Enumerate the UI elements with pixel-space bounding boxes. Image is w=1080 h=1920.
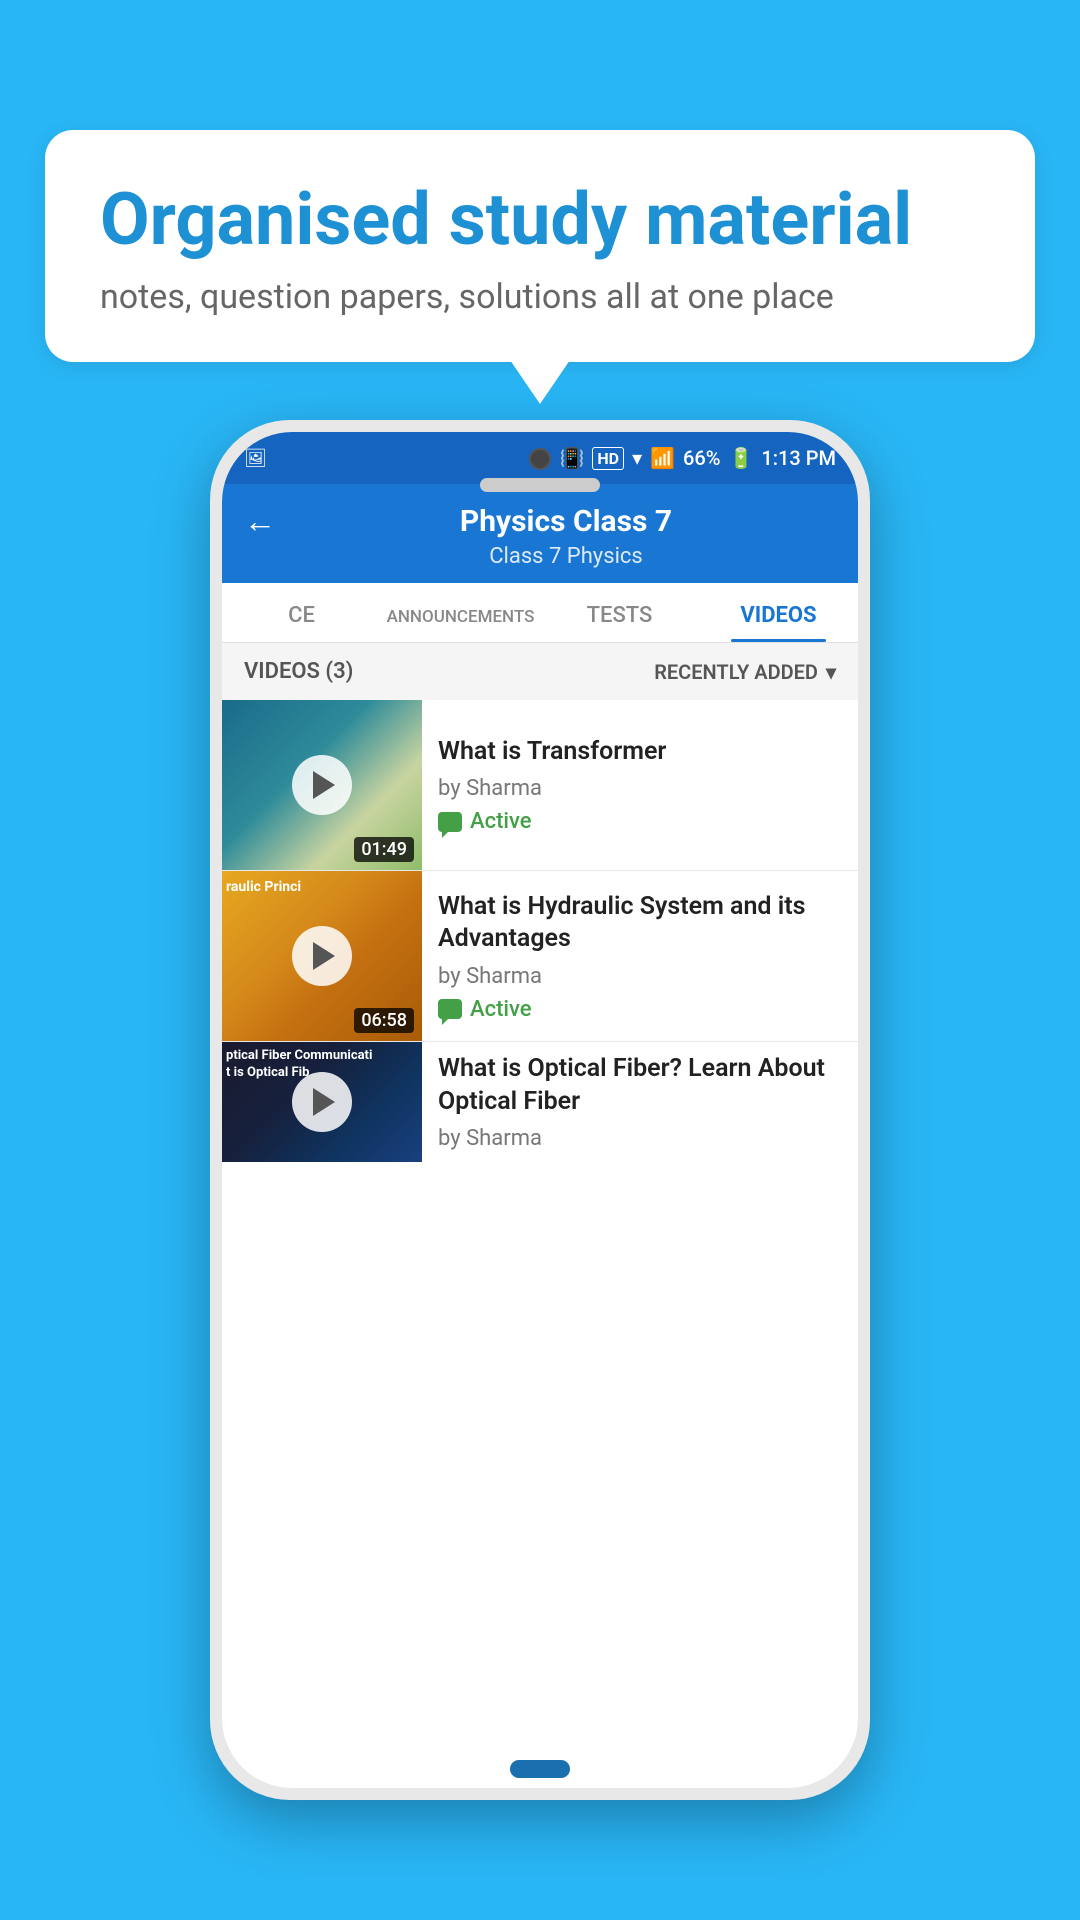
play-icon <box>313 771 335 799</box>
bubble-title: Organised study material <box>100 180 980 259</box>
app-bar-title: Physics Class 7 <box>296 504 836 539</box>
phone-camera <box>529 448 551 470</box>
video-item[interactable]: 01:49 What is Transformer by Sharma Acti… <box>222 700 858 871</box>
thumb-label-3: ptical Fiber Communicatit is Optical Fib <box>226 1048 372 1082</box>
app-bar-top: ← Physics Class 7 <box>244 502 836 540</box>
video-duration-2: 06:58 <box>354 1008 414 1033</box>
video-thumbnail-3: ptical Fiber Communicatit is Optical Fib <box>222 1042 422 1162</box>
phone-top <box>480 448 600 492</box>
video-title-1: What is Transformer <box>438 736 842 769</box>
video-thumbnail-1: 01:49 <box>222 700 422 870</box>
video-list: 01:49 What is Transformer by Sharma Acti… <box>222 700 858 1788</box>
video-item-partial[interactable]: ptical Fiber Communicatit is Optical Fib… <box>222 1042 858 1162</box>
video-status-1: Active <box>438 809 842 834</box>
battery-icon: 🔋 <box>728 446 753 470</box>
phone-speaker <box>480 478 600 492</box>
video-info-2: What is Hydraulic System and its Advanta… <box>422 871 858 1041</box>
chat-icon-2 <box>438 999 462 1019</box>
sort-filter-button[interactable]: RECENTLY ADDED ▾ <box>654 660 836 684</box>
phone-device: 🖼 ✱ 📳 HD ▾ 📶 66% 🔋 1:13 PM ← Physics C <box>210 420 870 1800</box>
play-icon <box>313 942 335 970</box>
chevron-down-icon: ▾ <box>826 660 836 684</box>
play-icon <box>313 1088 335 1116</box>
photo-icon: 🖼 <box>244 448 267 469</box>
video-info-3: What is Optical Fiber? Learn About Optic… <box>422 1042 858 1162</box>
video-info-1: What is Transformer by Sharma Active <box>422 700 858 870</box>
speech-bubble: Organised study material notes, question… <box>45 130 1035 362</box>
play-button-2[interactable] <box>292 926 352 986</box>
tab-ce[interactable]: CE <box>222 583 381 642</box>
video-status-2: Active <box>438 997 842 1022</box>
video-author-1: by Sharma <box>438 776 842 801</box>
chat-icon-1 <box>438 812 462 832</box>
videos-count: VIDEOS (3) <box>244 659 353 684</box>
video-duration-1: 01:49 <box>354 837 414 862</box>
video-title-2: What is Hydraulic System and its Advanta… <box>438 891 842 956</box>
phone-home-button[interactable] <box>510 1760 570 1778</box>
thumb-label-2: raulic Princi <box>226 879 301 896</box>
app-bar: ← Physics Class 7 Class 7 Physics <box>222 484 858 583</box>
tab-videos[interactable]: VIDEOS <box>699 583 858 642</box>
clock: 1:13 PM <box>761 446 836 470</box>
status-left: 🖼 <box>244 448 267 469</box>
battery-percent: 66% <box>683 446 720 470</box>
videos-header: VIDEOS (3) RECENTLY ADDED ▾ <box>222 643 858 700</box>
bubble-subtitle: notes, question papers, solutions all at… <box>100 277 980 317</box>
phone-screen: 🖼 ✱ 📳 HD ▾ 📶 66% 🔋 1:13 PM ← Physics C <box>222 432 858 1788</box>
back-button[interactable]: ← <box>244 502 276 540</box>
signal-icon: 📶 <box>650 446 675 470</box>
video-author-3: by Sharma <box>438 1126 842 1151</box>
tab-tests[interactable]: TESTS <box>540 583 699 642</box>
tab-announcements[interactable]: ANNOUNCEMENTS <box>381 583 540 642</box>
sort-label: RECENTLY ADDED <box>654 660 818 684</box>
video-title-3: What is Optical Fiber? Learn About Optic… <box>438 1053 842 1118</box>
play-button-1[interactable] <box>292 755 352 815</box>
wifi-icon: ▾ <box>632 446 642 470</box>
app-bar-breadcrumb: Class 7 Physics <box>244 544 836 569</box>
video-thumbnail-2: raulic Princi 06:58 <box>222 871 422 1041</box>
phone-wrapper: 🖼 ✱ 📳 HD ▾ 📶 66% 🔋 1:13 PM ← Physics C <box>80 420 1000 1880</box>
tab-bar: CE ANNOUNCEMENTS TESTS VIDEOS <box>222 583 858 643</box>
video-author-2: by Sharma <box>438 964 842 989</box>
video-item[interactable]: raulic Princi 06:58 What is Hydraulic Sy… <box>222 871 858 1042</box>
